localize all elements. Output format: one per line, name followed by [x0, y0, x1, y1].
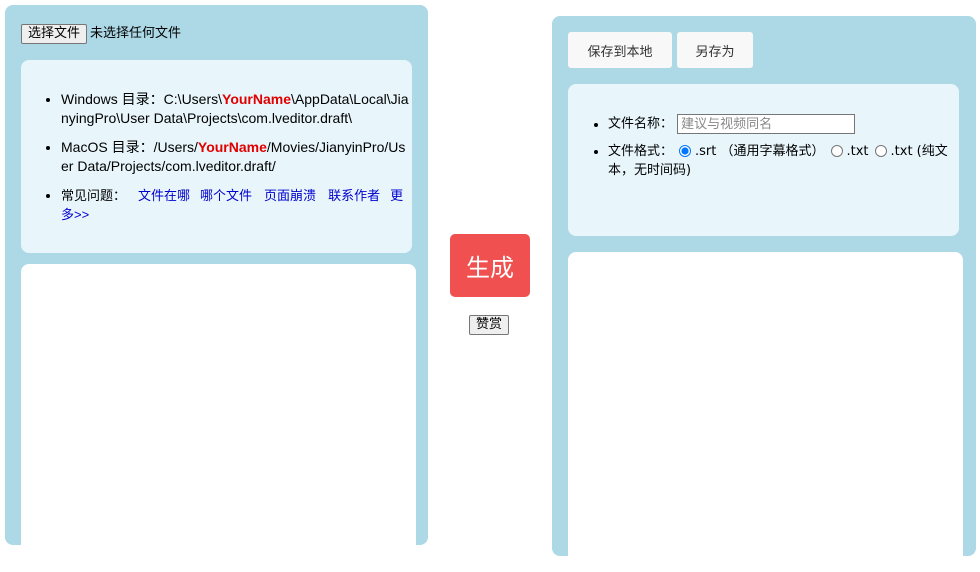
format-label: 文件格式： [608, 144, 674, 159]
macos-path-prefix: MacOS 目录：/Users/ [61, 139, 198, 155]
path-info-box: Windows 目录：C:\Users\YourName\AppData\Loc… [21, 60, 412, 253]
output-preview-area[interactable] [568, 252, 963, 572]
format-radio-txt[interactable] [830, 145, 843, 157]
faq-link-which-file[interactable]: 哪个文件 [200, 188, 252, 203]
output-settings-list: 文件名称： 文件格式：.srt （通用字幕格式）.txt.txt (纯文本，无时… [568, 114, 959, 188]
save-local-button[interactable]: 保存到本地 [568, 32, 672, 68]
faq-link-contact[interactable]: 联系作者 [328, 188, 380, 203]
format-option-txt-label: .txt [846, 144, 869, 159]
output-panel: 保存到本地 另存为 文件名称： 文件格式：.srt （通用字幕格式）.txt.t… [552, 16, 976, 572]
output-settings-box: 文件名称： 文件格式：.srt （通用字幕格式）.txt.txt (纯文本，无时… [568, 84, 959, 236]
faq-label: 常见问题： [61, 188, 127, 203]
format-option-srt-label: .srt （通用字幕格式） [695, 144, 825, 159]
macos-username-highlight: YourName [197, 139, 267, 155]
generate-button[interactable]: 生成 [450, 234, 530, 297]
save-as-button[interactable]: 另存为 [677, 32, 753, 68]
filename-item: 文件名称： [608, 114, 959, 134]
input-preview-area[interactable] [21, 264, 416, 564]
no-file-text: 未选择任何文件 [90, 26, 182, 41]
macos-path-item: MacOS 目录：/Users/YourName/Movies/JianyinP… [61, 138, 412, 176]
windows-username-highlight: YourName [222, 91, 292, 107]
windows-path-prefix: Windows 目录：C:\Users\ [61, 91, 223, 107]
faq-link-where[interactable]: 文件在哪 [138, 188, 190, 203]
choose-file-button[interactable]: 选择文件 [21, 24, 88, 44]
faq-item: 常见问题：文件在哪哪个文件页面崩溃联系作者更多>> [61, 186, 412, 224]
format-radio-srt[interactable] [679, 145, 692, 157]
format-radio-plain-txt[interactable] [874, 145, 887, 157]
input-panel: 选择文件未选择任何文件 Windows 目录：C:\Users\YourName… [5, 5, 428, 564]
filename-label: 文件名称： [608, 116, 674, 132]
faq-link-crash[interactable]: 页面崩溃 [264, 188, 316, 203]
file-picker-row: 选择文件 未选择任何文件 [21, 22, 181, 44]
path-info-list: Windows 目录：C:\Users\YourName\AppData\Loc… [21, 90, 412, 234]
filename-input[interactable] [677, 114, 856, 134]
windows-path-item: Windows 目录：C:\Users\YourName\AppData\Loc… [61, 90, 412, 128]
format-item: 文件格式：.srt （通用字幕格式）.txt.txt (纯文本，无时间码) [608, 142, 959, 180]
donate-button[interactable]: 赞赏 [469, 315, 510, 335]
